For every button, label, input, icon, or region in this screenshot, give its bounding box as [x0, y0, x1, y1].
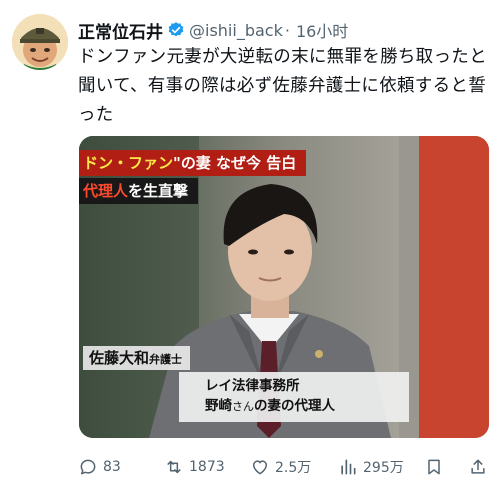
firm-name: レイ法律事務所: [205, 378, 300, 394]
verified-badge-icon: [168, 22, 184, 37]
author-handle[interactable]: @ishii_back: [189, 21, 283, 40]
role-name: 野崎: [205, 398, 232, 414]
post-text: ドンファン元妻が大逆転の末に無罪を勝ち取ったと聞いて、有事の際は必ず佐藤弁護士に…: [78, 47, 487, 125]
role-honorific: さん: [232, 400, 254, 413]
post-header: 正常位石井 @ishii_back · 16小时: [78, 17, 348, 43]
post-media-image[interactable]: ドン・ファン"の妻 なぜ今 告白 代理人を生直撃 佐藤大和弁護士 レイ法律事務所…: [79, 136, 489, 438]
bookmark-button[interactable]: [424, 457, 444, 477]
heart-icon: [253, 460, 267, 475]
name-tag: 佐藤大和弁護士: [83, 346, 191, 370]
role-line: 野崎さんの妻の代理人: [205, 396, 409, 417]
avatar[interactable]: [12, 14, 68, 70]
caption-subline-lead: 代理人: [83, 182, 129, 200]
like-button[interactable]: 2.5万: [250, 457, 311, 477]
like-count: 2.5万: [275, 460, 312, 476]
repost-count: 1873: [189, 459, 225, 475]
post-time[interactable]: 16小时: [296, 18, 348, 42]
caption-headline-lead: ドン・ファン: [83, 154, 174, 172]
share-button[interactable]: [468, 457, 488, 477]
role-box: レイ法律事務所 野崎さんの妻の代理人: [179, 372, 409, 422]
repost-icon: [167, 460, 181, 474]
caption-headline-rest: "の妻 なぜ今 告白: [173, 154, 297, 172]
reply-icon: [80, 459, 96, 475]
views-button[interactable]: 295万: [338, 457, 404, 477]
name-tag-name: 佐藤大和: [89, 349, 150, 367]
bookmark-icon: [428, 459, 440, 475]
views-count: 295万: [363, 460, 404, 476]
caption-subline: 代理人を生直撃: [79, 178, 199, 204]
caption-headline: ドン・ファン"の妻 なぜ今 告白: [79, 150, 307, 176]
separator-dot: ·: [284, 20, 290, 40]
views-chart-icon: [341, 459, 356, 475]
caption-subline-rest: を生直撃: [128, 182, 189, 200]
name-tag-title: 弁護士: [149, 353, 183, 366]
reply-button[interactable]: 83: [78, 457, 121, 477]
share-icon: [471, 459, 485, 474]
avatar-illustration: [12, 14, 68, 70]
reply-count: 83: [103, 459, 121, 475]
repost-button[interactable]: 1873: [164, 457, 225, 477]
role-rest: の妻の代理人: [254, 398, 335, 414]
action-bar: 83 1873 2.5万 295万: [78, 456, 496, 478]
author-name[interactable]: 正常位石井: [78, 18, 163, 43]
